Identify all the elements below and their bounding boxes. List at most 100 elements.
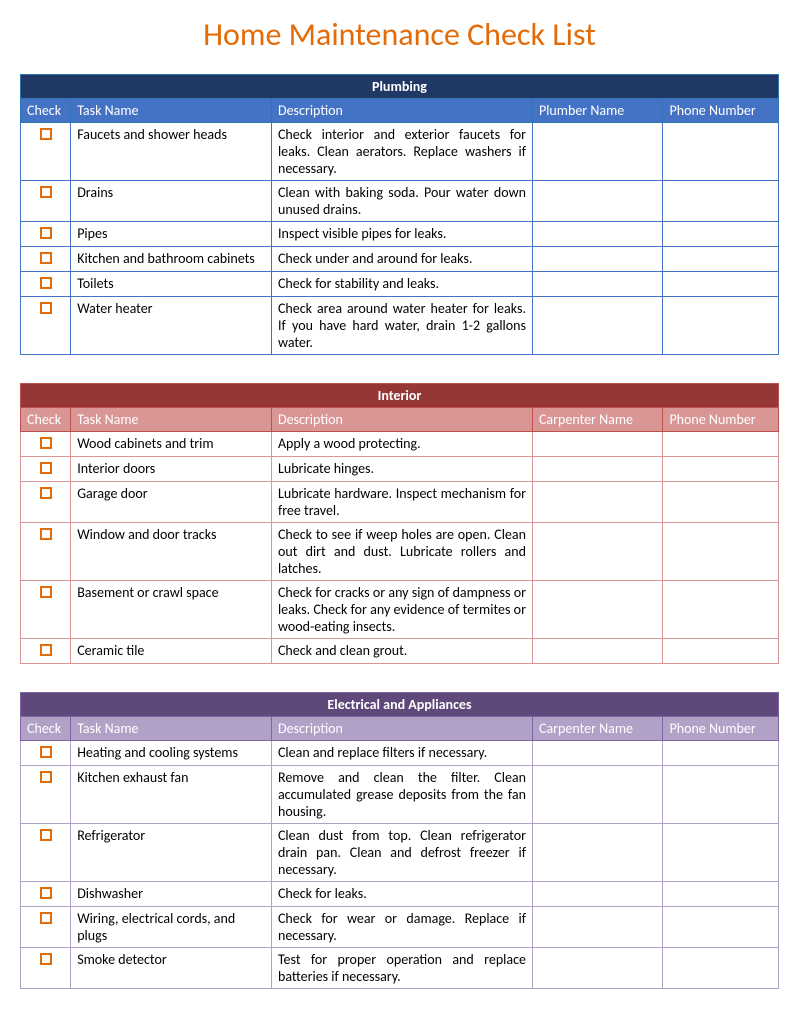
task-description: Check for cracks or any sign of dampness…	[271, 581, 532, 639]
phone-number-cell[interactable]	[663, 581, 779, 639]
checkbox-icon[interactable]	[40, 227, 52, 239]
check-cell	[21, 482, 71, 523]
table-row: Kitchen exhaust fanRemove and clean the …	[21, 766, 779, 824]
task-name: Kitchen and bathroom cabinets	[71, 247, 272, 272]
checkbox-icon[interactable]	[40, 953, 52, 965]
phone-number-cell[interactable]	[663, 123, 779, 181]
column-header-check: Check	[21, 99, 71, 123]
phone-number-cell[interactable]	[663, 432, 779, 457]
check-cell	[21, 123, 71, 181]
phone-number-cell[interactable]	[663, 824, 779, 882]
table-row: DishwasherCheck for leaks.	[21, 882, 779, 907]
check-cell	[21, 741, 71, 766]
checkbox-icon[interactable]	[40, 128, 52, 140]
phone-number-cell[interactable]	[663, 766, 779, 824]
section-title: Plumbing	[21, 75, 779, 99]
column-header-person: Carpenter Name	[532, 717, 663, 741]
column-header-task: Task Name	[71, 99, 272, 123]
task-name: Water heater	[71, 297, 272, 355]
column-header-check: Check	[21, 408, 71, 432]
person-name-cell[interactable]	[532, 247, 663, 272]
table-row: Interior doorsLubricate hinges.	[21, 457, 779, 482]
person-name-cell[interactable]	[532, 882, 663, 907]
checkbox-icon[interactable]	[40, 186, 52, 198]
phone-number-cell[interactable]	[663, 457, 779, 482]
person-name-cell[interactable]	[532, 907, 663, 948]
phone-number-cell[interactable]	[663, 948, 779, 989]
checkbox-icon[interactable]	[40, 437, 52, 449]
phone-number-cell[interactable]	[663, 907, 779, 948]
person-name-cell[interactable]	[532, 948, 663, 989]
checkbox-icon[interactable]	[40, 252, 52, 264]
table-plumbing: PlumbingCheckTask NameDescriptionPlumber…	[20, 74, 779, 355]
phone-number-cell[interactable]	[663, 181, 779, 222]
person-name-cell[interactable]	[532, 482, 663, 523]
task-description: Apply a wood protecting.	[271, 432, 532, 457]
task-name: Heating and cooling systems	[71, 741, 272, 766]
checkbox-icon[interactable]	[40, 586, 52, 598]
phone-number-cell[interactable]	[663, 297, 779, 355]
table-row: PipesInspect visible pipes for leaks.	[21, 222, 779, 247]
task-description: Test for proper operation and replace ba…	[271, 948, 532, 989]
task-name: Toilets	[71, 272, 272, 297]
task-name: Basement or crawl space	[71, 581, 272, 639]
check-cell	[21, 457, 71, 482]
person-name-cell[interactable]	[532, 222, 663, 247]
person-name-cell[interactable]	[532, 432, 663, 457]
check-cell	[21, 581, 71, 639]
checkbox-icon[interactable]	[40, 302, 52, 314]
section-title: Electrical and Appliances	[21, 693, 779, 717]
task-name: Wood cabinets and trim	[71, 432, 272, 457]
checkbox-icon[interactable]	[40, 462, 52, 474]
checkbox-icon[interactable]	[40, 771, 52, 783]
task-description: Check under and around for leaks.	[271, 247, 532, 272]
task-description: Clean dust from top. Clean refrigerator …	[271, 824, 532, 882]
check-cell	[21, 523, 71, 581]
phone-number-cell[interactable]	[663, 741, 779, 766]
phone-number-cell[interactable]	[663, 482, 779, 523]
person-name-cell[interactable]	[532, 272, 663, 297]
section-plumbing: PlumbingCheckTask NameDescriptionPlumber…	[20, 74, 779, 355]
checkbox-icon[interactable]	[40, 277, 52, 289]
phone-number-cell[interactable]	[663, 272, 779, 297]
person-name-cell[interactable]	[532, 523, 663, 581]
task-name: Ceramic tile	[71, 639, 272, 664]
check-cell	[21, 181, 71, 222]
table-row: Basement or crawl spaceCheck for cracks …	[21, 581, 779, 639]
phone-number-cell[interactable]	[663, 639, 779, 664]
task-name: Smoke detector	[71, 948, 272, 989]
check-cell	[21, 824, 71, 882]
phone-number-cell[interactable]	[663, 222, 779, 247]
task-description: Check for stability and leaks.	[271, 272, 532, 297]
column-header-person: Carpenter Name	[532, 408, 663, 432]
person-name-cell[interactable]	[532, 741, 663, 766]
check-cell	[21, 222, 71, 247]
task-description: Clean with baking soda. Pour water down …	[271, 181, 532, 222]
person-name-cell[interactable]	[532, 766, 663, 824]
checkbox-icon[interactable]	[40, 528, 52, 540]
person-name-cell[interactable]	[532, 824, 663, 882]
checkbox-icon[interactable]	[40, 746, 52, 758]
person-name-cell[interactable]	[532, 181, 663, 222]
phone-number-cell[interactable]	[663, 882, 779, 907]
table-row: Wood cabinets and trimApply a wood prote…	[21, 432, 779, 457]
person-name-cell[interactable]	[532, 123, 663, 181]
column-header-phone: Phone Number	[663, 717, 779, 741]
task-name: Refrigerator	[71, 824, 272, 882]
check-cell	[21, 948, 71, 989]
person-name-cell[interactable]	[532, 639, 663, 664]
check-cell	[21, 907, 71, 948]
check-cell	[21, 297, 71, 355]
checkbox-icon[interactable]	[40, 912, 52, 924]
checkbox-icon[interactable]	[40, 829, 52, 841]
phone-number-cell[interactable]	[663, 247, 779, 272]
checkbox-icon[interactable]	[40, 487, 52, 499]
checkbox-icon[interactable]	[40, 887, 52, 899]
phone-number-cell[interactable]	[663, 523, 779, 581]
task-description: Check area around water heater for leaks…	[271, 297, 532, 355]
person-name-cell[interactable]	[532, 297, 663, 355]
task-name: Dishwasher	[71, 882, 272, 907]
person-name-cell[interactable]	[532, 457, 663, 482]
person-name-cell[interactable]	[532, 581, 663, 639]
checkbox-icon[interactable]	[40, 644, 52, 656]
